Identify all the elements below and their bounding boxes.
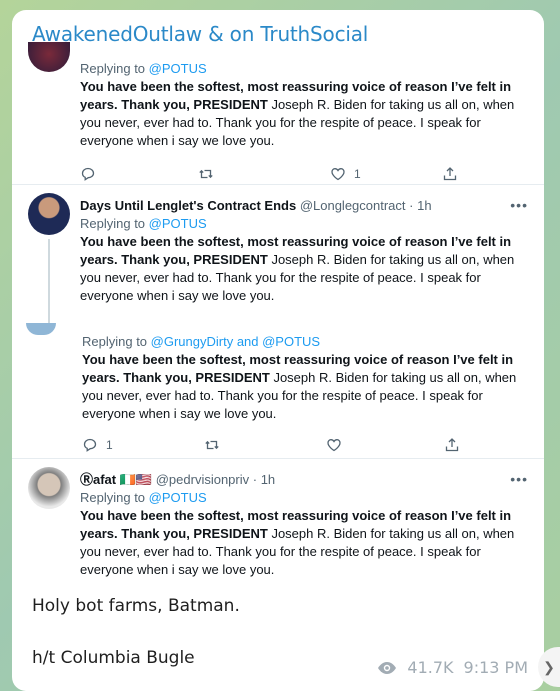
forward-icon: ❯: [543, 658, 555, 675]
channel-title[interactable]: AwakenedOutlaw & on TruthSocial: [32, 22, 368, 46]
message-bubble: AwakenedOutlaw & on TruthSocial Replying…: [12, 10, 544, 691]
avatar: [28, 42, 70, 72]
message-time: 9:13 PM: [463, 658, 528, 677]
heart-icon: [331, 168, 345, 181]
message-meta: 41.7K 9:13 PM: [377, 658, 528, 677]
eye-icon: [378, 661, 397, 674]
view-count: 41.7K: [407, 658, 454, 677]
share-icon: [445, 438, 459, 452]
retweet-icon: [199, 169, 213, 179]
replying-to: Replying to @POTUS: [80, 216, 207, 231]
like-button[interactable]: 1: [330, 166, 361, 182]
more-options-icon[interactable]: •••: [510, 471, 528, 487]
replying-to: Replying to @POTUS: [80, 490, 207, 505]
replying-to: Replying to @POTUS: [80, 61, 207, 76]
replying-handle[interactable]: @POTUS: [149, 61, 207, 76]
message-text-line-1: Holy bot farms, Batman.: [32, 596, 240, 616]
like-count: 1: [354, 167, 361, 181]
avatar: [28, 467, 70, 509]
tweet-text: You have been the softest, most reassuri…: [80, 508, 515, 577]
replying-handle[interactable]: @POTUS: [149, 216, 207, 231]
user-handle[interactable]: @Longlegcontract: [300, 198, 406, 213]
tweet-content: Ⓡafat 🇮🇪🇺🇸 @pedrvisionpriv · 1h Replying…: [80, 471, 528, 579]
tweet-2: Days Until Lenglet's Contract Ends @Long…: [12, 185, 544, 465]
avatar: [28, 193, 70, 235]
reply-count: 1: [106, 438, 113, 452]
tweet-content: Days Until Lenglet's Contract Ends @Long…: [80, 197, 528, 305]
tweet-text: You have been the softest, most reassuri…: [80, 234, 515, 303]
tweet-actions: 1: [82, 437, 482, 455]
retweet-button[interactable]: [204, 437, 220, 453]
heart-icon: [327, 439, 341, 452]
retweet-icon: [205, 440, 219, 450]
reply-button[interactable]: [80, 166, 96, 182]
more-options-icon[interactable]: •••: [510, 197, 528, 213]
tweet-4: Ⓡafat 🇮🇪🇺🇸 @pedrvisionpriv · 1h Replying…: [12, 459, 544, 589]
tweet-text: You have been the softest, most reassuri…: [80, 79, 515, 148]
tweet-content: Replying to @GrungyDirty and @POTUS You …: [82, 333, 530, 423]
like-button[interactable]: [326, 437, 342, 453]
tweet-content: Replying to @POTUS You have been the sof…: [80, 60, 528, 150]
share-icon: [443, 167, 457, 181]
reply-button[interactable]: 1: [82, 437, 113, 453]
tweet-actions: 1: [80, 166, 480, 184]
reply-icon: [81, 167, 95, 181]
share-button[interactable]: [442, 166, 458, 182]
replying-handle[interactable]: @POTUS: [149, 490, 207, 505]
tweet-1: Replying to @POTUS You have been the sof…: [12, 42, 544, 194]
tweet-time: · 1h: [252, 472, 276, 487]
display-name[interactable]: Days Until Lenglet's Contract Ends: [80, 198, 296, 213]
tweet-screenshot: Replying to @POTUS You have been the sof…: [12, 42, 544, 589]
user-handle[interactable]: @pedrvisionpriv: [156, 472, 249, 487]
tweet-time: · 1h: [409, 198, 432, 213]
share-button[interactable]: [444, 437, 460, 453]
message-text-line-2: h/t Columbia Bugle: [32, 648, 195, 668]
display-name[interactable]: Ⓡafat 🇮🇪🇺🇸: [80, 472, 152, 487]
replying-handle[interactable]: @GrungyDirty and @POTUS: [151, 334, 320, 349]
tweet-header: Days Until Lenglet's Contract Ends @Long…: [80, 197, 528, 215]
reply-icon: [83, 438, 97, 452]
replying-to: Replying to @GrungyDirty and @POTUS: [82, 334, 321, 349]
thread-line: [48, 239, 50, 323]
tweet-header: Ⓡafat 🇮🇪🇺🇸 @pedrvisionpriv · 1h: [80, 471, 528, 489]
retweet-button[interactable]: [198, 166, 214, 182]
tweet-text: You have been the softest, most reassuri…: [82, 352, 517, 421]
avatar: [26, 323, 56, 335]
